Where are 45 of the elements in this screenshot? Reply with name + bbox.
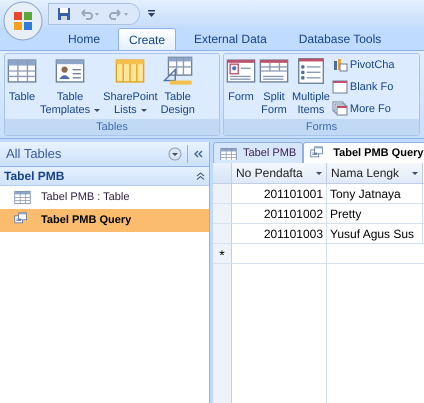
table-cell: 201101003 <box>232 224 327 243</box>
ribbon-button[interactable]: Table <box>6 56 38 104</box>
blank-form-icon <box>332 79 348 95</box>
column-header[interactable]: Nama Lengk <box>327 163 423 183</box>
ribbon-small-button[interactable]: Blank Fo <box>332 78 395 96</box>
table-cell: 201101001 <box>232 184 327 203</box>
ribbon-tab[interactable]: External Data <box>184 28 277 50</box>
collapse-pane-icon[interactable] <box>193 150 203 158</box>
ribbon-button[interactable]: Table Templates <box>39 56 102 117</box>
group-label: Forms <box>224 119 419 135</box>
table-cell: 201101002 <box>232 204 327 223</box>
ribbon-small-button[interactable]: PivotCha <box>332 56 395 74</box>
ribbon-tab[interactable]: Database Tools <box>288 28 392 50</box>
dropdown-arrow-icon[interactable] <box>412 172 418 174</box>
group-label: Tables <box>5 119 219 135</box>
stacked-forms-icon <box>332 101 348 117</box>
table-cell: Pretty <box>327 204 423 223</box>
chart-icon <box>332 57 348 73</box>
document-tab[interactable]: Tabel PMB <box>213 142 304 163</box>
customize-toolbar-icon[interactable] <box>148 10 155 18</box>
ribbon-button[interactable]: Form <box>225 56 257 104</box>
table-cell: Yusuf Agus Sus <box>327 224 423 243</box>
list-form-icon <box>296 56 326 86</box>
new-row-marker[interactable]: * <box>213 244 232 263</box>
column-header[interactable]: No Pendafta <box>232 163 327 183</box>
collapse-icon <box>196 172 205 180</box>
group-header[interactable]: Tabel PMB <box>0 167 209 186</box>
save-icon[interactable] <box>57 7 71 21</box>
ribbon-small-button[interactable]: More Fo <box>332 100 395 118</box>
ribbon-button[interactable]: SharePoint Lists <box>102 56 159 117</box>
document-tab[interactable]: Tabel PMB Query <box>303 142 424 163</box>
table-icon <box>220 146 237 160</box>
dropdown-arrow-icon[interactable] <box>316 172 322 174</box>
ribbon-button[interactable]: Table Design <box>160 56 196 117</box>
dropdown-icon[interactable] <box>168 147 182 161</box>
table-ruler-icon <box>162 56 193 86</box>
ribbon-button[interactable]: Split Form <box>258 56 290 117</box>
undo-icon[interactable] <box>79 8 101 20</box>
ribbon-tab[interactable]: Home <box>58 28 110 50</box>
nav-item[interactable]: Tabel PMB Query <box>0 209 209 232</box>
ribbon-tab[interactable]: Create <box>118 28 176 50</box>
ribbon-button[interactable]: Multiple Items <box>291 56 331 117</box>
table-cell: Tony Jatnaya <box>327 184 423 203</box>
table-icon <box>14 189 31 206</box>
redo-icon[interactable] <box>109 8 131 20</box>
